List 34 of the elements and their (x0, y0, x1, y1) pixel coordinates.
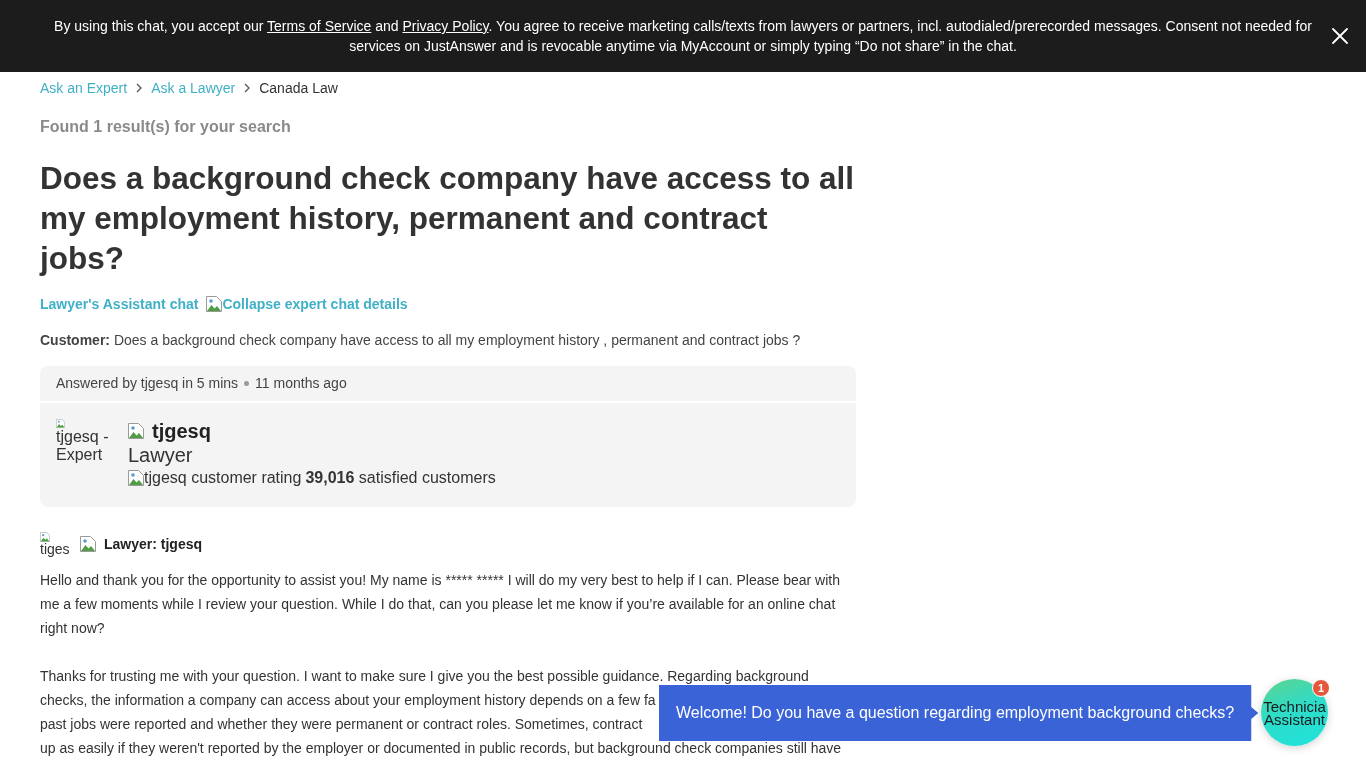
avatar-alt-text: tjgesq - Expert (56, 428, 109, 463)
close-button[interactable] (1331, 27, 1349, 45)
consent-text: By using this chat, you accept our Terms of Service and Privacy Policy. You agree to receive marketing calls/texts from lawyers or partners, incl. autodialed/prerecorded messages. Consent not needed for services on JustAnswer and is revocable anytime via MyAccount or simply typing “Do not share” in the chat. (53, 17, 1313, 56)
broken-image-icon (128, 470, 144, 486)
dot-icon (244, 381, 250, 386)
policy-link[interactable]: Privacy Policy (402, 18, 489, 34)
broken-image-icon (128, 423, 144, 439)
answered-by-text: Answered by tjgesq in 5 mins (56, 374, 239, 393)
notification-badge: 1 (1312, 679, 1330, 697)
avatar-alt-text: tiges (40, 541, 70, 557)
broken-image-icon (80, 536, 96, 552)
paragraph-line: past jobs were reported and whether they were permanent or contract roles. Sometimes, contract (40, 716, 643, 732)
paragraph-line: Thanks for trusting me with your question. I want to make sure I give you the best possible guidance. Regarding background (40, 668, 809, 684)
result-count-text: Found 1 result(s) for your search (40, 117, 292, 137)
breadcrumb-current: Canada Law (259, 79, 338, 98)
expert-title: Lawyer (128, 443, 194, 467)
time-ago-text: 11 months ago (255, 374, 347, 393)
close-icon (1332, 28, 1348, 44)
paragraph-line: checks, the information a company can access about your employment history depends on a few fa (40, 692, 656, 708)
policy-link[interactable]: Terms of Service (267, 18, 372, 34)
customer-question: Customer: Does a background check company have access to all my employment history , permanent and contract jobs ? (40, 331, 802, 350)
chevron-icon (136, 83, 143, 93)
author-label: Lawyer: tjgesq (104, 534, 203, 554)
chevron-icon (244, 83, 251, 93)
question-title: Does a background check company have access to all my employment history, permanent and contract jobs? (40, 159, 856, 278)
paragraph-line: up as easily if they weren't reported by the employer or documented in public records, but background check companies still have (40, 740, 842, 756)
broken-image-icon (206, 296, 223, 312)
broken-image-icon (40, 532, 50, 542)
broken-image-icon (56, 419, 65, 428)
chat-message-bubble[interactable]: Welcome! Do you have a question regarding employment background checks? (659, 685, 1259, 741)
satisfied-customers-text: 39,016 satisfied customers (305, 468, 496, 488)
expert-name: tjgesq (152, 419, 211, 443)
reply-paragraph: Hello and thank you for the opportunity to assist you! My name is ***** ***** I will do my very best to help if I can. Please bear with me a few moments while I review your question. While I do that, can you please let me know if you’re available for an online chat right now? (40, 571, 841, 638)
rating-alt-text: tjgesq customer rating (144, 468, 302, 488)
